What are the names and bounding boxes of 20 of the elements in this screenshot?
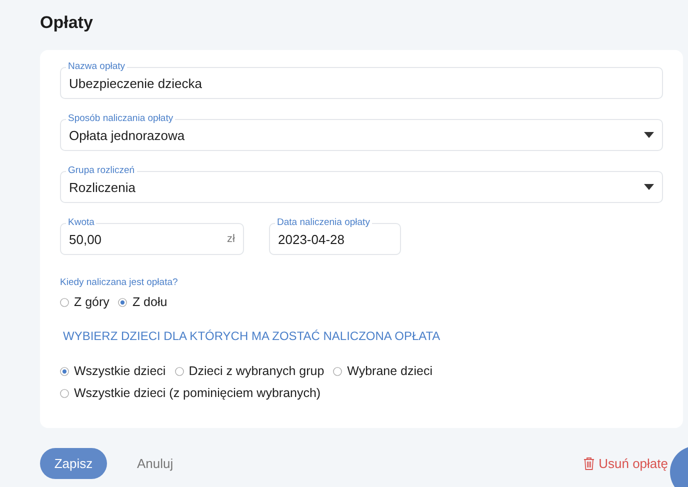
page-title: Opłaty (40, 12, 94, 34)
unit-label: zł (227, 233, 235, 245)
radio-option[interactable]: Z dołu (118, 294, 168, 310)
field-label: Sposób naliczania opłaty (66, 113, 176, 125)
radio-option[interactable]: Wszystkie dzieci (60, 363, 166, 379)
field-label: Grupa rozliczeń (66, 165, 137, 177)
trash-icon (582, 457, 595, 470)
field-label: Data naliczenia opłaty (275, 217, 372, 229)
delete-button[interactable]: Usuń opłatę (582, 456, 668, 471)
radio-option[interactable]: Wszystkie dzieci (z pominięciem wybranych) (60, 385, 321, 401)
section-heading: WYBIERZ DZIECI DLA KTÓRYCH MA ZOSTAĆ NALICZONA OPŁATA (63, 329, 442, 343)
radio-option[interactable]: Wybrane dzieci (333, 363, 432, 379)
save-button[interactable]: Zapisz (40, 448, 107, 479)
cancel-button[interactable]: Anuluj (131, 455, 180, 472)
radio-option[interactable]: Z góry (60, 294, 110, 310)
radio-option[interactable]: Dzieci z wybranych grup (174, 363, 324, 379)
question-label: Kiedy naliczana jest opłata? (60, 277, 179, 288)
caret-icon (644, 184, 654, 190)
caret-icon (644, 132, 654, 138)
field-label: Nazwa opłaty (66, 61, 128, 73)
